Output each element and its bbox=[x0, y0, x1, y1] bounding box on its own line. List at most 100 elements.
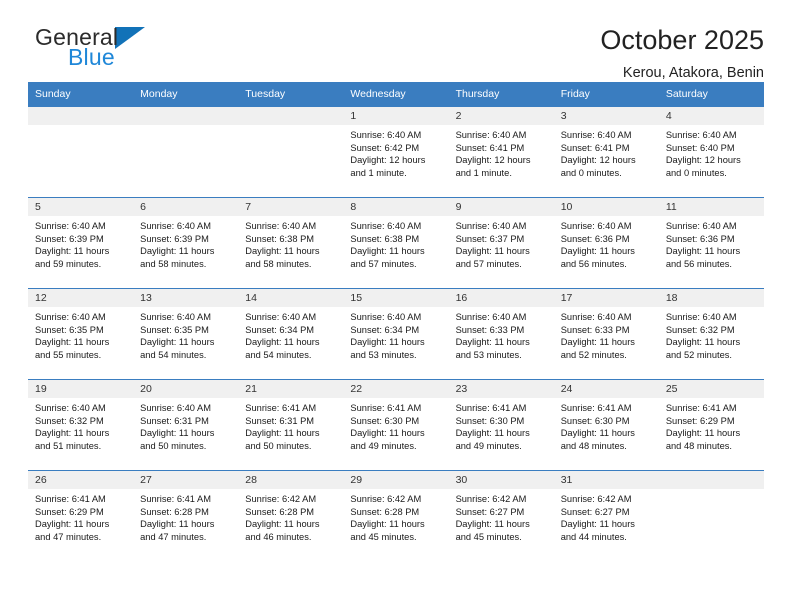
calendar-day-cell[interactable]: 9 Sunrise: 6:40 AM Sunset: 6:37 PM Daylight… bbox=[448, 197, 554, 289]
day-details: Sunrise: 6:40 AM Sunset: 6:35 PM Daylight:… bbox=[28, 307, 133, 362]
calendar-week-row: 26 Sunrise: 6:41 AM Sunset: 6:29 PM Dayligh… bbox=[28, 470, 764, 561]
sunrise-time: Sunrise: 6:41 AM bbox=[245, 403, 317, 413]
calendar-day-cell[interactable]: 10 Sunrise: 6:40 AM Sunset: 6:36 PM Dayligh… bbox=[553, 197, 659, 289]
daylight-duration-line1: Daylight: 11 hours bbox=[455, 519, 530, 530]
daylight-duration-line2: and 1 minute. bbox=[455, 168, 512, 179]
sunrise-time: Sunrise: 6:40 AM bbox=[665, 130, 737, 140]
calendar-day-cell[interactable]: 5 Sunrise: 6:40 AM Sunset: 6:39 PM Daylight… bbox=[28, 197, 134, 289]
daylight-duration-line1: Daylight: 12 hours bbox=[665, 155, 741, 166]
day-number: 12 bbox=[28, 289, 134, 307]
daylight-duration-line1: Daylight: 12 hours bbox=[350, 155, 426, 166]
sunset-time: Sunset: 6:30 PM bbox=[455, 415, 525, 426]
page-header: General Blue October 2025 Kerou, Atakora… bbox=[28, 0, 764, 80]
daylight-duration-line2: and 57 minutes. bbox=[350, 259, 417, 270]
day-number: 15 bbox=[343, 289, 449, 307]
day-details: Sunrise: 6:40 AM Sunset: 6:33 PM Daylight:… bbox=[449, 307, 554, 362]
calendar-day-cell[interactable]: 3 Sunrise: 6:40 AM Sunset: 6:41 PM Daylight… bbox=[553, 106, 659, 198]
sunrise-sunset-calendar-table: Sunday Monday Tuesday Wednesday Thursday… bbox=[28, 82, 764, 561]
sunrise-time: Sunrise: 6:42 AM bbox=[455, 494, 527, 504]
day-details: Sunrise: 6:40 AM Sunset: 6:39 PM Daylight:… bbox=[133, 216, 238, 271]
weekday-header-monday: Monday bbox=[133, 82, 239, 107]
calendar-day-cell[interactable]: 2 Sunrise: 6:40 AM Sunset: 6:41 PM Daylight… bbox=[448, 106, 554, 198]
calendar-day-cell[interactable]: 8 Sunrise: 6:40 AM Sunset: 6:38 PM Daylight… bbox=[343, 197, 449, 289]
day-number: 5 bbox=[28, 198, 134, 216]
sunset-time: Sunset: 6:30 PM bbox=[560, 415, 630, 426]
calendar-day-cell[interactable]: 12 Sunrise: 6:40 AM Sunset: 6:35 PM Dayligh… bbox=[28, 288, 134, 380]
day-details: Sunrise: 6:40 AM Sunset: 6:36 PM Daylight:… bbox=[659, 216, 764, 271]
calendar-day-cell[interactable]: 28 Sunrise: 6:42 AM Sunset: 6:28 PM Dayligh… bbox=[238, 470, 344, 561]
sunrise-time: Sunrise: 6:40 AM bbox=[140, 221, 211, 231]
day-details: Sunrise: 6:40 AM Sunset: 6:32 PM Daylight:… bbox=[28, 398, 133, 453]
calendar-day-cell[interactable]: 16 Sunrise: 6:40 AM Sunset: 6:33 PM Dayligh… bbox=[448, 288, 554, 380]
day-details: Sunrise: 6:41 AM Sunset: 6:30 PM Daylight:… bbox=[554, 398, 659, 453]
calendar-day-cell[interactable]: 23 Sunrise: 6:41 AM Sunset: 6:30 PM Dayligh… bbox=[448, 379, 554, 471]
day-number bbox=[28, 107, 134, 125]
day-cell-inner: 27 Sunrise: 6:41 AM Sunset: 6:28 PM Dayligh… bbox=[133, 471, 239, 561]
day-cell-inner: 5 Sunrise: 6:40 AM Sunset: 6:39 PM Daylight… bbox=[28, 198, 134, 288]
sunset-time: Sunset: 6:29 PM bbox=[35, 506, 104, 517]
calendar-day-cell[interactable]: 19 Sunrise: 6:40 AM Sunset: 6:32 PM Dayligh… bbox=[28, 379, 134, 471]
calendar-day-cell-empty bbox=[658, 470, 764, 561]
day-cell-inner: 29 Sunrise: 6:42 AM Sunset: 6:28 PM Dayligh… bbox=[343, 471, 449, 561]
day-cell-inner: 2 Sunrise: 6:40 AM Sunset: 6:41 PM Daylight… bbox=[448, 107, 554, 197]
daylight-duration-line1: Daylight: 11 hours bbox=[560, 428, 635, 439]
day-details: Sunrise: 6:40 AM Sunset: 6:36 PM Daylight:… bbox=[554, 216, 659, 271]
daylight-duration-line2: and 46 minutes. bbox=[245, 532, 312, 543]
day-details: Sunrise: 6:40 AM Sunset: 6:39 PM Daylight:… bbox=[28, 216, 133, 271]
sunset-time: Sunset: 6:34 PM bbox=[245, 324, 315, 335]
day-cell-inner: 26 Sunrise: 6:41 AM Sunset: 6:29 PM Dayligh… bbox=[28, 471, 134, 561]
day-number: 4 bbox=[658, 107, 764, 125]
day-cell-inner: 17 Sunrise: 6:40 AM Sunset: 6:33 PM Dayligh… bbox=[553, 289, 659, 379]
day-number: 8 bbox=[343, 198, 449, 216]
sunrise-time: Sunrise: 6:40 AM bbox=[140, 312, 211, 322]
day-cell-inner: 11 Sunrise: 6:40 AM Sunset: 6:36 PM Dayligh… bbox=[658, 198, 764, 288]
day-number: 22 bbox=[343, 380, 449, 398]
day-number: 14 bbox=[238, 289, 344, 307]
daylight-duration-line2: and 59 minutes. bbox=[35, 259, 102, 270]
calendar-day-cell[interactable]: 4 Sunrise: 6:40 AM Sunset: 6:40 PM Daylight… bbox=[658, 106, 764, 198]
calendar-day-cell[interactable]: 17 Sunrise: 6:40 AM Sunset: 6:33 PM Dayligh… bbox=[553, 288, 659, 380]
sunset-time: Sunset: 6:35 PM bbox=[140, 324, 209, 335]
sunset-time: Sunset: 6:37 PM bbox=[455, 233, 525, 244]
daylight-duration-line2: and 53 minutes. bbox=[455, 350, 522, 361]
daylight-duration-line2: and 45 minutes. bbox=[350, 532, 417, 543]
calendar-day-cell[interactable]: 11 Sunrise: 6:40 AM Sunset: 6:36 PM Dayligh… bbox=[658, 197, 764, 289]
sunrise-time: Sunrise: 6:40 AM bbox=[350, 221, 422, 231]
day-cell-inner: 10 Sunrise: 6:40 AM Sunset: 6:36 PM Dayligh… bbox=[553, 198, 659, 288]
calendar-day-cell[interactable]: 30 Sunrise: 6:42 AM Sunset: 6:27 PM Dayligh… bbox=[448, 470, 554, 561]
day-details: Sunrise: 6:40 AM Sunset: 6:34 PM Daylight:… bbox=[238, 307, 343, 362]
sunrise-time: Sunrise: 6:40 AM bbox=[455, 221, 527, 231]
day-details: Sunrise: 6:42 AM Sunset: 6:27 PM Daylight:… bbox=[449, 489, 554, 544]
calendar-day-cell[interactable]: 25 Sunrise: 6:41 AM Sunset: 6:29 PM Dayligh… bbox=[658, 379, 764, 471]
sunset-time: Sunset: 6:28 PM bbox=[140, 506, 209, 517]
calendar-day-cell[interactable]: 15 Sunrise: 6:40 AM Sunset: 6:34 PM Dayligh… bbox=[343, 288, 449, 380]
logo-text-general: General bbox=[35, 24, 119, 50]
daylight-duration-line1: Daylight: 11 hours bbox=[140, 428, 215, 439]
daylight-duration-line1: Daylight: 11 hours bbox=[140, 337, 215, 348]
calendar-day-cell[interactable]: 21 Sunrise: 6:41 AM Sunset: 6:31 PM Dayligh… bbox=[238, 379, 344, 471]
day-details: Sunrise: 6:42 AM Sunset: 6:28 PM Daylight:… bbox=[343, 489, 448, 544]
calendar-day-cell[interactable]: 22 Sunrise: 6:41 AM Sunset: 6:30 PM Dayligh… bbox=[343, 379, 449, 471]
daylight-duration-line2: and 58 minutes. bbox=[140, 259, 207, 270]
calendar-day-cell[interactable]: 24 Sunrise: 6:41 AM Sunset: 6:30 PM Dayligh… bbox=[553, 379, 659, 471]
day-number: 7 bbox=[238, 198, 344, 216]
day-details: Sunrise: 6:40 AM Sunset: 6:41 PM Daylight:… bbox=[554, 125, 659, 180]
calendar-day-cell[interactable]: 31 Sunrise: 6:42 AM Sunset: 6:27 PM Dayligh… bbox=[553, 470, 659, 561]
calendar-day-cell[interactable]: 6 Sunrise: 6:40 AM Sunset: 6:39 PM Daylight… bbox=[133, 197, 239, 289]
general-blue-logo[interactable]: General Blue bbox=[28, 24, 146, 69]
calendar-day-cell[interactable]: 29 Sunrise: 6:42 AM Sunset: 6:28 PM Dayligh… bbox=[343, 470, 449, 561]
day-number bbox=[238, 107, 344, 125]
sunrise-time: Sunrise: 6:40 AM bbox=[455, 130, 527, 140]
calendar-day-cell[interactable]: 1 Sunrise: 6:40 AM Sunset: 6:42 PM Daylight… bbox=[343, 106, 449, 198]
calendar-day-cell[interactable]: 13 Sunrise: 6:40 AM Sunset: 6:35 PM Dayligh… bbox=[133, 288, 239, 380]
calendar-day-cell[interactable]: 26 Sunrise: 6:41 AM Sunset: 6:29 PM Dayligh… bbox=[28, 470, 134, 561]
calendar-day-cell[interactable]: 18 Sunrise: 6:40 AM Sunset: 6:32 PM Dayligh… bbox=[658, 288, 764, 380]
calendar-day-cell[interactable]: 20 Sunrise: 6:40 AM Sunset: 6:31 PM Dayligh… bbox=[133, 379, 239, 471]
calendar-day-cell[interactable]: 14 Sunrise: 6:40 AM Sunset: 6:34 PM Dayligh… bbox=[238, 288, 344, 380]
day-details: Sunrise: 6:40 AM Sunset: 6:40 PM Daylight:… bbox=[659, 125, 764, 180]
daylight-duration-line2: and 47 minutes. bbox=[35, 532, 102, 543]
day-number: 1 bbox=[343, 107, 449, 125]
calendar-day-cell[interactable]: 27 Sunrise: 6:41 AM Sunset: 6:28 PM Dayligh… bbox=[133, 470, 239, 561]
calendar-day-cell[interactable]: 7 Sunrise: 6:40 AM Sunset: 6:38 PM Daylight… bbox=[238, 197, 344, 289]
day-cell-inner: 12 Sunrise: 6:40 AM Sunset: 6:35 PM Dayligh… bbox=[28, 289, 134, 379]
